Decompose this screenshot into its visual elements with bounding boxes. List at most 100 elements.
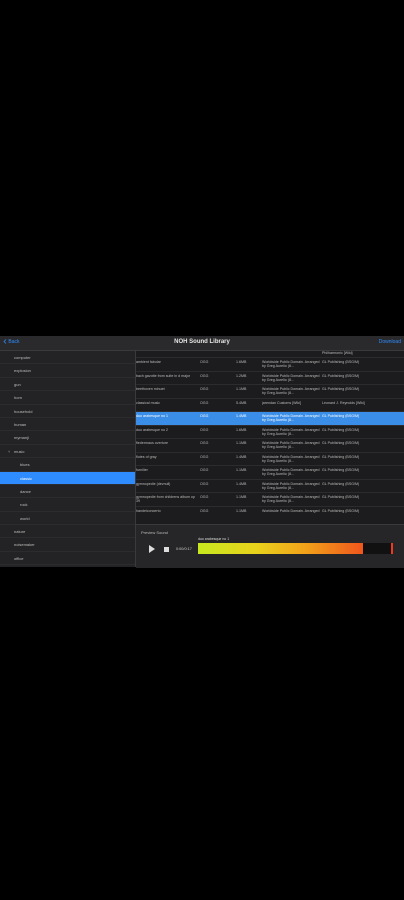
sidebar-item-label: computer	[14, 355, 31, 360]
cell-size: 1.6MB	[236, 360, 247, 364]
cell-publisher: GL Publishing (BSG/M)	[322, 441, 360, 445]
sidebar-item-rock[interactable]: rock	[0, 498, 135, 512]
waveform[interactable]	[198, 543, 393, 554]
table-row[interactable]: furnilier OGG 1.1MB Worldwide Public Domain…	[136, 466, 404, 480]
cell-name: duo arabesque no 1	[136, 414, 168, 418]
cell-publisher: GL Publishing (BSG/M)	[322, 454, 360, 459]
cell-license: Worldwide Public Domain. Arranged by Gre…	[262, 495, 320, 503]
sidebar-item-label: explosion	[14, 368, 31, 374]
sidebar-item-label: blues	[20, 462, 30, 468]
table-row[interactable]: ambient fabular OGG 1.6MB Worldwide Public …	[136, 358, 404, 372]
cell-name: classical music	[136, 400, 160, 405]
cell-name: handelconcerto	[136, 508, 161, 513]
cell-publisher: Philharmonic [Wiki]	[322, 351, 353, 355]
cell-license: Worldwide Public Domain. Arranged by Gre…	[262, 360, 320, 368]
cell-license: Worldwide Public Domain. Arranged by Gre…	[262, 427, 320, 436]
sidebar-item-label: nature	[14, 529, 26, 535]
cell-license: Worldwide Public Domain. Arranged by Gre…	[262, 414, 320, 422]
cell-format: OGG	[200, 414, 209, 418]
cell-size: 1.4MB	[236, 454, 247, 459]
cell-publisher: GL Publishing (BSG/M)	[322, 414, 360, 418]
table-row[interactable]: beethoven minuet OGG 1.1MB Worldwide Public…	[136, 385, 404, 399]
table-row[interactable]: handelconcerto OGG 1.1MB Worldwide Public D…	[136, 507, 404, 514]
cell-size: 1.4MB	[236, 414, 247, 418]
sidebar-item-explosion[interactable]: explosion	[0, 364, 135, 378]
table-row[interactable]: duo arabesque no 1 OGG 1.4MB Worldwide Publ…	[136, 412, 404, 426]
cell-size: 1.1MB	[236, 441, 247, 445]
sidebar-item-label: music	[14, 448, 25, 454]
preview-panel: Preview Sound 0:00/0:17 duo arabesque no…	[136, 524, 404, 568]
cell-name: gymnopedie from childrens album op 39	[136, 495, 195, 503]
cell-format: OGG	[200, 400, 209, 405]
sidebar-item-music[interactable]: ˅ music	[0, 445, 135, 459]
table-row[interactable]: gymnopedie from childrens album op 39 OGG…	[136, 493, 404, 507]
sidebar-item-label: gun	[14, 381, 21, 387]
cell-format: OGG	[200, 387, 209, 391]
sidebar-item-dance[interactable]: dance	[0, 485, 135, 499]
cell-publisher: GL Publishing (BSG/M)	[322, 495, 360, 499]
cell-license: Worldwide Public Domain. Arranged by Gre…	[262, 468, 320, 476]
cell-format: OGG	[200, 468, 209, 472]
download-button[interactable]: Download	[379, 339, 401, 345]
sidebar-item-horn[interactable]: horn	[0, 391, 135, 405]
page-title: NOH Sound Library	[174, 339, 230, 345]
sidebar-item-classic[interactable]: classic	[0, 471, 135, 485]
table-row[interactable]: classical music OGG 5.4MB jarendan Customs …	[136, 399, 404, 412]
cell-license: Worldwide Public Domain. Arranged by Gre…	[262, 441, 320, 449]
sidebar-item-label: rock	[20, 502, 28, 508]
table-row[interactable]: gymnopedie (devnull) OGG 1.4MB Worldwide Pu…	[136, 480, 404, 493]
sidebar-item-label: noisemaker	[14, 542, 35, 548]
stop-icon[interactable]	[164, 547, 169, 552]
play-icon[interactable]	[148, 545, 156, 553]
cell-size: 1.1MB	[236, 495, 247, 499]
cell-license: Worldwide Public Domain. Arranged by Gre…	[262, 387, 320, 395]
cell-format: OGG	[200, 373, 209, 378]
cell-publisher: GL Publishing (BSG/M)	[322, 387, 360, 391]
sidebar-item-label: world	[20, 515, 30, 521]
sidebar-item-household[interactable]: household	[0, 405, 135, 418]
sidebar-item-gun[interactable]: gun	[0, 378, 135, 392]
sidebar-item-mymanji[interactable]: mymanji	[0, 431, 135, 445]
cell-size: 1.6MB	[236, 427, 247, 432]
cell-name: duo arabesque no 2	[136, 427, 168, 432]
cell-license: Worldwide Public Domain. Arranged by Gre…	[262, 454, 320, 463]
category-sidebar: computer explosion gun horn household human my…	[0, 351, 136, 567]
sidebar-item-human[interactable]: human	[0, 418, 135, 432]
cell-size: 1.1MB	[236, 387, 247, 391]
sidebar-item-noisemaker[interactable]: noisemaker	[0, 538, 135, 552]
cell-name: furnilier	[136, 468, 148, 472]
sidebar-item-world[interactable]: world	[0, 512, 135, 526]
cell-format: OGG	[200, 360, 209, 364]
sidebar-item-label: human	[14, 421, 27, 427]
sidebar-item-label: dance	[20, 488, 31, 494]
cell-size: 1.1MB	[236, 508, 247, 513]
cell-format: OGG	[200, 481, 209, 486]
sidebar-item-office[interactable]: office	[0, 552, 135, 566]
preview-label: Preview Sound	[141, 530, 168, 535]
cell-size: 1.2MB	[236, 373, 247, 378]
cell-size: 1.1MB	[236, 468, 247, 472]
table-row[interactable]: duo arabesque no 2 OGG 1.6MB Worldwide Publ…	[136, 426, 404, 439]
cell-name: ambient fabular	[136, 360, 161, 364]
playback-time: 0:00/0:17	[176, 547, 192, 551]
cell-publisher: GL Publishing (BSG/M)	[322, 481, 360, 486]
sidebar-item-nature[interactable]: nature	[0, 525, 135, 539]
cell-license: Worldwide Public Domain. Arranged by Gre…	[262, 481, 320, 490]
cell-license: Worldwide Public Domain. Arranged by Gre…	[262, 508, 320, 514]
table-row[interactable]: flutes of gray OGG 1.4MB Worldwide Public D…	[136, 453, 404, 466]
cell-license: Worldwide Public Domain. Arranged by Gre…	[262, 373, 320, 382]
cell-size: 5.4MB	[236, 400, 247, 405]
cell-format: OGG	[200, 427, 209, 432]
sidebar-item-computer[interactable]: computer	[0, 351, 135, 365]
cell-format: OGG	[200, 454, 209, 459]
cell-name: gymnopedie (devnull)	[136, 481, 171, 486]
navigation-bar: Back NOH Sound Library Download	[0, 336, 404, 351]
table-row[interactable]: Philharmonic [Wiki]	[136, 351, 404, 358]
cell-format: OGG	[200, 495, 209, 499]
sidebar-item-blues[interactable]: blues	[0, 458, 135, 472]
table-row[interactable]: fledermaus overture OGG 1.1MB Worldwide Pub…	[136, 439, 404, 453]
cell-format: OGG	[200, 508, 209, 513]
cell-publisher: GL Publishing (BSG/M)	[322, 508, 360, 513]
table-row[interactable]: bach gavotte from suite in d major OGG 1.2…	[136, 372, 404, 385]
sidebar-item-label: office	[14, 555, 24, 561]
